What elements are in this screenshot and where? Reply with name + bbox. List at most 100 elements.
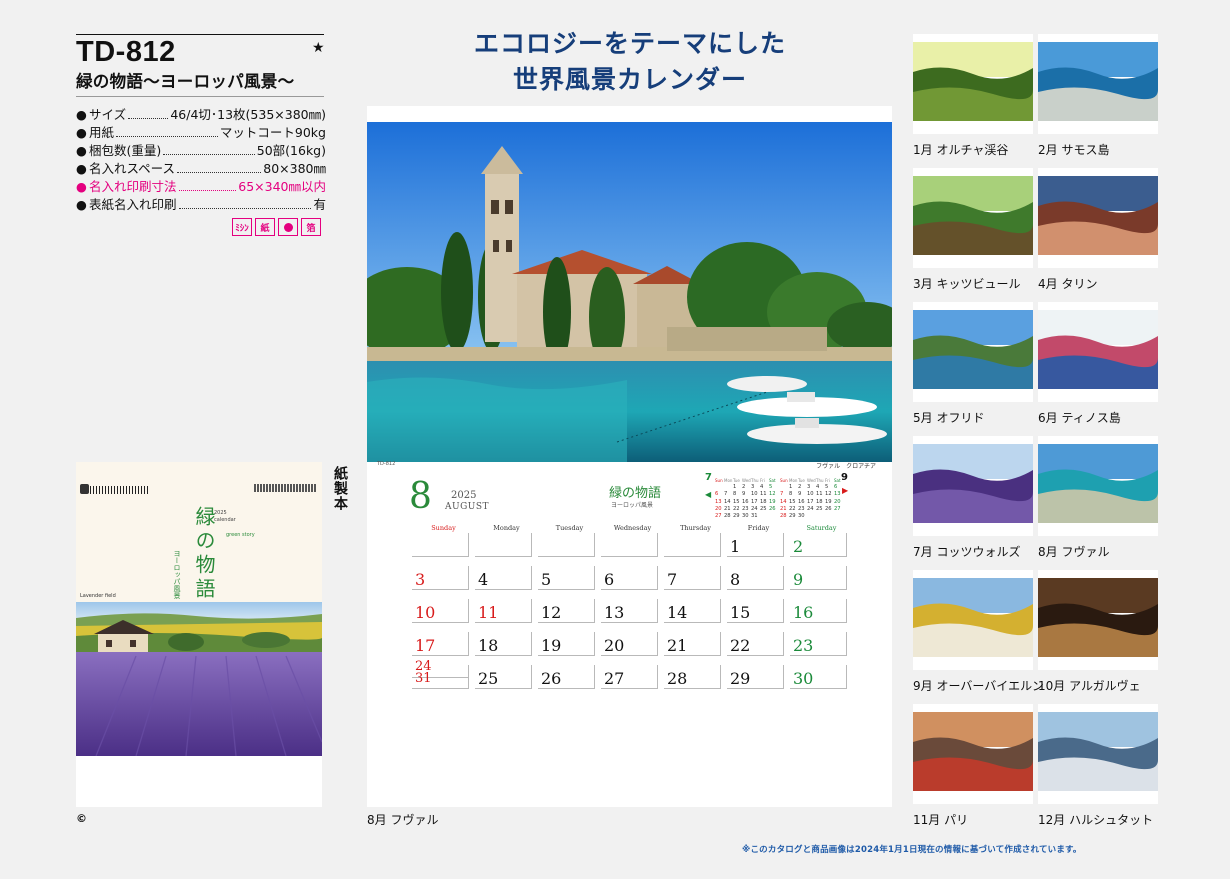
mini-day: 1: [789, 484, 793, 491]
spec-value: 50部(16kg): [256, 143, 326, 158]
mini-day: 17: [751, 498, 758, 505]
thumbnail-photo: [1038, 176, 1158, 255]
weekday-label: Tuesday: [555, 524, 584, 532]
day-number: 8: [730, 570, 741, 589]
mini-day: 25: [760, 505, 767, 512]
mini-day: 26: [769, 505, 776, 512]
weekday-header: Sunday Monday Tuesday Wednesday Thursday Frid…: [412, 524, 853, 532]
thumbnail-photo: [1038, 310, 1158, 389]
mini-day: 6: [715, 491, 719, 498]
mini-day: 26: [825, 505, 832, 512]
panda-logo-icon: [80, 484, 89, 494]
mini-day: 9: [798, 491, 802, 498]
mini-day: 10: [751, 491, 758, 498]
mini-day: 29: [733, 512, 740, 519]
thumbnail-illustration: [913, 712, 1033, 791]
thumbnail-photo: [1038, 578, 1158, 657]
product-code: TD-812: [76, 36, 176, 68]
thumbnail-illustration: [1038, 176, 1158, 255]
mini-weekday: Sun: [715, 478, 723, 483]
spec-value: 有: [313, 197, 326, 212]
spec-row: ● 名入れ印刷寸法 65×340㎜以内: [76, 178, 326, 196]
mini-day: 23: [798, 505, 805, 512]
calendar-day-cell: [412, 533, 469, 557]
mini-day: 18: [816, 498, 823, 505]
calendar-day-cell: 11: [475, 599, 532, 623]
calendar-day-cell: 19: [538, 632, 595, 656]
thumbnail-illustration: [913, 578, 1033, 657]
month-thumbnail: [913, 34, 1033, 134]
day-number: 11: [478, 603, 499, 622]
calendar-day-cell: 13: [601, 599, 658, 623]
thumbnail-label: 2月 サモス島: [1038, 143, 1110, 157]
thumbnail-illustration: [913, 310, 1033, 389]
mini-day: 11: [816, 491, 823, 498]
calendar-day-cell: 23: [790, 632, 847, 656]
mini-weekday: Mon: [724, 478, 733, 483]
leader-dots: [177, 160, 262, 173]
calendar-day-cell: 10: [412, 599, 469, 623]
calendar-day-cell: [538, 533, 595, 557]
mini-day: 5: [769, 484, 773, 491]
mini-day: 10: [807, 491, 814, 498]
spec-label: 名入れ印刷寸法: [89, 179, 177, 194]
weekday-label: Sunday: [431, 524, 456, 532]
thumbnail-label: 3月 キッツビュール: [913, 277, 1021, 291]
foil-badge: 箔: [301, 218, 321, 236]
thumbnail-illustration: [1038, 42, 1158, 121]
mini-day: 23: [742, 505, 749, 512]
main-caption: 8月 フヴァル: [367, 813, 439, 827]
headline: エコロジーをテーマにした 世界風景カレンダー: [380, 26, 880, 98]
perforation-badge: ﾐｼﾝ: [232, 218, 252, 236]
month-thumbnail: [913, 302, 1033, 402]
day-number: 29: [730, 669, 751, 688]
spec-value: 80×380㎜: [263, 161, 326, 176]
mini-day: 22: [733, 505, 740, 512]
month-thumbnail: [1038, 168, 1158, 268]
mini-blank: [780, 484, 789, 490]
leader-dots: [178, 178, 237, 191]
day-number: 13: [604, 603, 625, 622]
copyright-mark: ©: [76, 812, 87, 825]
arrow-right-icon: ▶: [842, 486, 849, 495]
mini-weekday: Fri: [760, 478, 765, 483]
mini-weekday: Fri: [825, 478, 830, 483]
day-number: 5: [541, 570, 552, 589]
thumbnail-label: 12月 ハルシュタット: [1038, 813, 1154, 827]
month-thumbnail: [1038, 34, 1158, 134]
lavender-field-illustration: [76, 602, 322, 756]
weekday-label: Friday: [747, 524, 770, 532]
mini-day: 15: [733, 498, 740, 505]
calendar-day-cell: 28: [664, 665, 721, 689]
month-thumbnail: [1038, 302, 1158, 402]
leader-dots: [116, 124, 218, 137]
spec-label: 梱包数(重量): [89, 143, 162, 158]
calendar-day-cell: 26: [538, 665, 595, 689]
thumbnail-photo: [913, 176, 1033, 255]
thumbnail-label: 8月 フヴァル: [1038, 545, 1110, 559]
mini-day: 14: [780, 498, 787, 505]
mini-weekday: Sat: [769, 478, 776, 483]
day-number: 16: [793, 603, 814, 622]
calendar-day-cell: [601, 533, 658, 557]
calendar-day-cell: 4: [475, 566, 532, 590]
mini-day: 30: [742, 512, 749, 519]
thumbnail-photo: [1038, 42, 1158, 121]
spec-list: ● サイズ 46/4切･13枚(535×380㎜) ● 用紙 マットコート90kg ● 梱包数…: [76, 106, 326, 214]
calendar-day-cell: 25: [475, 665, 532, 689]
headline-line-2: 世界風景カレンダー: [512, 65, 747, 94]
month-thumbnail: [1038, 436, 1158, 536]
calendar-day-cell: 14: [664, 599, 721, 623]
thumbnail-photo: [1038, 444, 1158, 523]
bullet-icon: ●: [76, 107, 87, 122]
bullet-icon: ●: [76, 143, 87, 158]
thumbnail-photo: [913, 42, 1033, 121]
photo-caption-left: TD-812: [377, 461, 396, 467]
feature-badges: ﾐｼﾝ 紙 箔: [232, 218, 321, 236]
mini-day: 16: [798, 498, 805, 505]
thumbnail-illustration: [1038, 310, 1158, 389]
thumbnail-photo: [913, 712, 1033, 791]
bullet-icon: ●: [76, 125, 87, 140]
weekday-label: Saturday: [806, 524, 837, 532]
month-thumbnail: [1038, 570, 1158, 670]
